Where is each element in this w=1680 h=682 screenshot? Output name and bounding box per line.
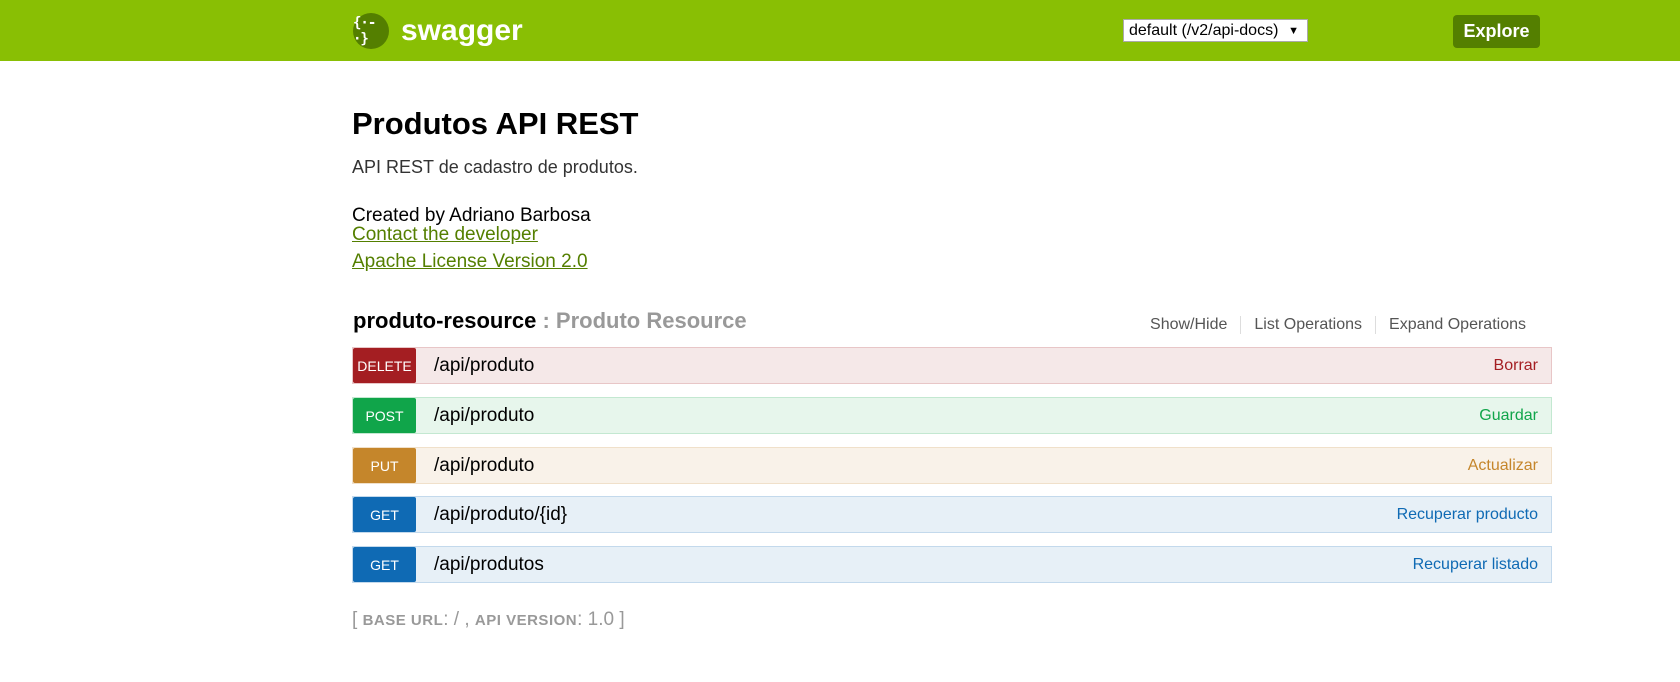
http-method-badge[interactable]: GET <box>353 547 416 582</box>
page-title: Produtos API REST <box>352 106 639 141</box>
operation-summary[interactable]: Actualizar <box>1468 457 1538 475</box>
swagger-logo-icon: {·-·} <box>353 13 389 49</box>
api-version-label: API VERSION <box>474 612 578 629</box>
operation-get-produto-id[interactable]: GET /api/produto/{id} Recuperar producto <box>352 496 1552 533</box>
operation-put-produto[interactable]: PUT /api/produto Actualizar <box>352 447 1552 484</box>
footer-open-bracket: [ <box>352 609 363 630</box>
footer-close-bracket: ] <box>619 609 625 630</box>
operation-path[interactable]: /api/produto <box>434 355 534 377</box>
base-url-label: BASE URL <box>362 612 444 629</box>
operation-delete-produto[interactable]: DELETE /api/produto Borrar <box>352 347 1552 384</box>
http-method-badge[interactable]: POST <box>353 398 416 433</box>
http-method-badge[interactable]: DELETE <box>353 348 416 383</box>
operation-summary[interactable]: Recuperar producto <box>1397 506 1538 524</box>
resource-actions: Show/Hide List Operations Expand Operati… <box>1137 316 1539 334</box>
operation-path[interactable]: /api/produto <box>434 455 534 477</box>
contact-developer-link[interactable]: Contact the developer <box>352 224 538 246</box>
http-method-badge[interactable]: GET <box>353 497 416 532</box>
resource-separator: : <box>536 308 556 333</box>
operation-summary[interactable]: Guardar <box>1479 407 1538 425</box>
resource-name[interactable]: produto-resource <box>353 308 536 333</box>
resource-label: Produto Resource <box>555 308 747 333</box>
swagger-logo[interactable]: {·-·} swagger <box>353 13 523 49</box>
base-url-value: : / , <box>443 609 475 630</box>
operation-post-produto[interactable]: POST /api/produto Guardar <box>352 397 1552 434</box>
api-definition-value: default (/v2/api-docs) <box>1129 21 1279 39</box>
top-bar: {·-·} swagger default (/v2/api-docs) ▼ E… <box>0 0 1680 61</box>
operation-summary[interactable]: Borrar <box>1494 357 1538 375</box>
operation-get-produtos[interactable]: GET /api/produtos Recuperar listado <box>352 546 1552 583</box>
dropdown-arrow-icon: ▼ <box>1288 24 1299 37</box>
operation-path[interactable]: /api/produto <box>434 405 534 427</box>
operation-summary[interactable]: Recuperar listado <box>1413 556 1538 574</box>
base-url-footer: [ BASE URL: / , API VERSION: 1.0 ] <box>352 609 625 631</box>
explore-button[interactable]: Explore <box>1453 15 1540 48</box>
list-operations-link[interactable]: List Operations <box>1240 316 1375 334</box>
api-definition-select[interactable]: default (/v2/api-docs) ▼ <box>1123 19 1308 42</box>
api-description: API REST de cadastro de produtos. <box>352 157 638 177</box>
http-method-badge[interactable]: PUT <box>353 448 416 483</box>
operation-path[interactable]: /api/produto/{id} <box>434 504 567 526</box>
expand-operations-link[interactable]: Expand Operations <box>1375 316 1539 334</box>
license-link[interactable]: Apache License Version 2.0 <box>352 251 588 273</box>
operation-path[interactable]: /api/produtos <box>434 554 544 576</box>
brand-name: swagger <box>401 14 523 47</box>
resource-heading[interactable]: produto-resource : Produto Resource <box>353 308 747 334</box>
api-version-value: : 1.0 <box>577 609 620 630</box>
show-hide-link[interactable]: Show/Hide <box>1137 316 1240 334</box>
